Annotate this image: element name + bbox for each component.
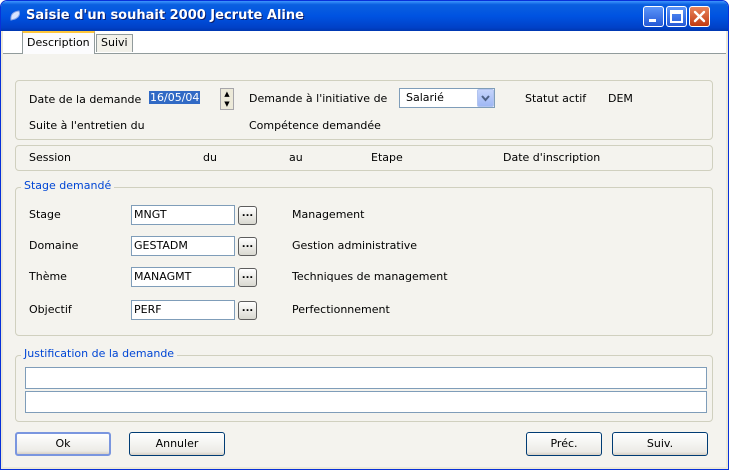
justification-line-1[interactable] [25,367,707,389]
tab-panel-description: Date de la demande 16/05/04 ▲ ▼ Demande … [3,53,726,467]
close-icon [693,10,706,23]
dialog-client-area: Description Suivi Date de la demande 16/… [3,31,726,467]
date-spinner[interactable]: ▲ ▼ [220,88,234,110]
stage-demande-legend: Stage demandé [21,179,115,192]
objectif-code-input[interactable]: PERF [131,300,235,320]
tab-strip: Description Suivi [3,31,726,54]
theme-code-input[interactable]: MANAGMT [131,267,235,287]
previous-button[interactable]: Préc. [526,432,602,456]
etape-column-header: Etape [371,151,403,164]
window-title: Saisie d'un souhait 2000 Jecrute Aline [26,8,304,23]
theme-code-value: MANAGMT [134,270,192,283]
tab-description[interactable]: Description [22,31,95,54]
ellipsis-icon: ... [241,239,254,250]
du-column-header: du [203,151,217,164]
justification-legend: Justification de la demande [21,347,178,360]
stage-description: Management [292,208,365,221]
stage-code-value: MNGT [134,208,167,221]
spin-down-icon[interactable]: ▼ [221,99,233,109]
theme-lookup-button[interactable]: ... [238,268,257,287]
cancel-button[interactable]: Annuler [129,432,225,456]
initiative-label: Demande à l'initiative de [249,92,388,105]
objectif-label: Objectif [29,303,72,316]
entretien-label: Suite à l'entretien du [29,119,145,132]
stage-label: Stage [29,208,61,221]
close-button[interactable] [689,6,710,27]
stage-lookup-button[interactable]: ... [238,206,257,225]
session-header-group [15,145,713,171]
chevron-down-icon [481,95,490,102]
initiative-dropdown-button[interactable] [477,89,494,107]
date-inscription-column-header: Date d'inscription [503,151,601,164]
domaine-lookup-button[interactable]: ... [238,237,257,256]
statut-actif-label: Statut actif [525,92,587,105]
ellipsis-icon: ... [241,303,254,314]
justification-line-2[interactable] [25,391,707,413]
tab-suivi[interactable]: Suivi [96,34,133,52]
dialog-window: Saisie d'un souhait 2000 Jecrute Aline D… [0,0,729,470]
session-column-header: Session [29,151,71,164]
domaine-label: Domaine [29,239,79,252]
competence-label: Compétence demandée [249,119,381,132]
domaine-code-value: GESTADM [134,239,188,252]
au-column-header: au [289,151,303,164]
theme-label: Thème [29,270,67,283]
domaine-description: Gestion administrative [292,239,418,252]
statut-actif-value: DEM [608,92,633,105]
domaine-code-input[interactable]: GESTADM [131,236,235,256]
date-demande-label: Date de la demande [29,93,142,106]
maximize-icon [670,10,683,23]
initiative-value: Salarié [406,91,444,104]
maximize-button[interactable] [666,6,687,27]
theme-description: Techniques de management [292,270,448,283]
objectif-code-value: PERF [134,303,162,316]
window-app-icon [9,10,22,22]
minimize-icon [649,19,656,22]
objectif-description: Perfectionnement [292,303,390,316]
title-bar[interactable]: Saisie d'un souhait 2000 Jecrute Aline [1,1,728,31]
ok-button[interactable]: Ok [15,432,111,456]
ellipsis-icon: ... [241,208,254,219]
ellipsis-icon: ... [241,270,254,281]
spin-up-icon[interactable]: ▲ [221,89,233,99]
minimize-button[interactable] [643,6,664,27]
objectif-lookup-button[interactable]: ... [238,301,257,320]
date-demande-input[interactable]: 16/05/04 [149,89,219,109]
next-button[interactable]: Suiv. [612,432,708,456]
date-demande-value: 16/05/04 [149,91,201,104]
stage-code-input[interactable]: MNGT [131,205,235,225]
